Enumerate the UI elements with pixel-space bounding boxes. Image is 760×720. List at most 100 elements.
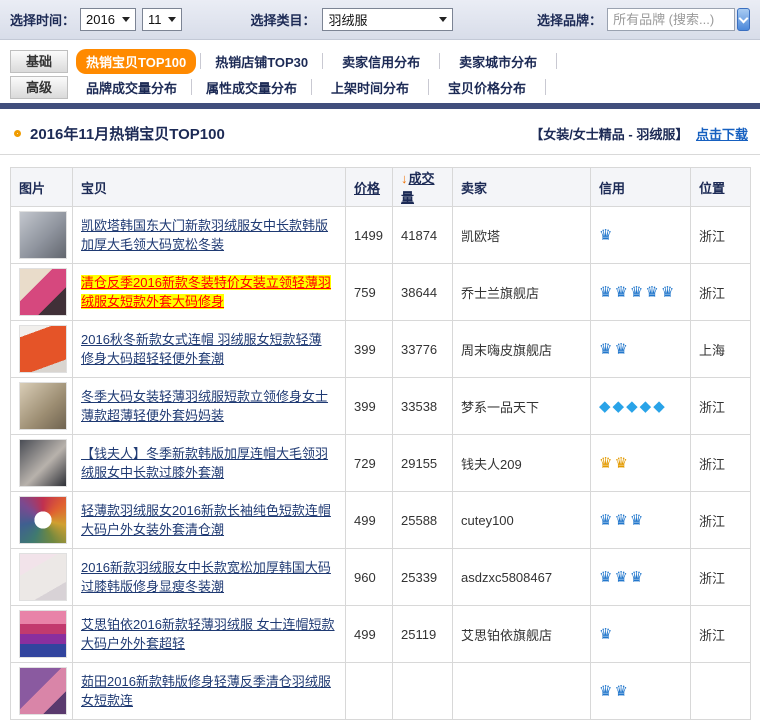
tab-0-2[interactable]: 卖家信用分布 [327,49,435,74]
crown-blue-icon: ♛ [599,568,612,586]
download-link[interactable]: 点击下载 [696,127,748,142]
seller-location: 浙江 [691,606,751,663]
category-select[interactable]: 羽绒服 [322,8,453,31]
product-title-link[interactable]: 轻薄款羽绒服女2016新款长袖纯色短款连帽大码户外女装外套清仓潮 [81,503,331,538]
product-image[interactable] [19,211,67,259]
dropdown-arrow-icon [122,17,130,22]
tab-0-3[interactable]: 卖家城市分布 [444,49,552,74]
table-row: 凯欧塔韩国东大门新款羽绒服女中长款韩版加厚大毛领大码宽松冬装149941874凯… [11,207,751,264]
seller-location: 浙江 [691,207,751,264]
product-volume: 33538 [393,378,453,435]
product-volume [393,663,453,720]
seller-name: asdzxc5808467 [453,549,591,606]
product-title-link[interactable]: 茹田2016新款韩版修身轻薄反季清仓羽绒服女短款连 [81,674,331,709]
product-title-link[interactable]: 冬季大码女装轻薄羽绒服短款立领修身女士薄款超薄轻便外套妈妈装 [81,389,328,424]
product-price [346,663,393,720]
top100-table: 图片 宝贝 价格 ↓成交量 卖家 信用 位置 凯欧塔韩国东大门新款羽绒服女中长款… [10,167,751,720]
tab-divider [191,79,192,95]
seller-name: 乔士兰旗舰店 [453,264,591,321]
seller-location: 浙江 [691,378,751,435]
filter-bar: 选择时间： 2016 11 选择类目： 羽绒服 选择品牌： [0,0,760,40]
seller-name: 艾思铂依旗舰店 [453,606,591,663]
product-title-link[interactable]: 凯欧塔韩国东大门新款羽绒服女中长款韩版加厚大毛领大码宽松冬装 [81,218,328,253]
table-row: 冬季大码女装轻薄羽绒服短款立领修身女士薄款超薄轻便外套妈妈装39933538梦系… [11,378,751,435]
product-image[interactable] [19,325,67,373]
product-image[interactable] [19,553,67,601]
product-image[interactable] [19,382,67,430]
credit-cell: ♛♛♛ [591,492,691,549]
crown-blue-icon: ♛ [599,625,612,643]
product-price: 499 [346,606,393,663]
product-volume: 41874 [393,207,453,264]
tab-1-0[interactable]: 品牌成交量分布 [76,75,187,100]
tab-bar: 基础热销宝贝TOP100热销店铺TOP30卖家信用分布卖家城市分布高级品牌成交量… [0,40,760,100]
tab-group-label: 高级 [10,76,68,99]
product-volume: 33776 [393,321,453,378]
credit-cell: ♛♛ [591,435,691,492]
crown-blue-icon: ♛ [599,283,612,301]
col-header-volume[interactable]: ↓成交量 [393,168,453,207]
product-title-link[interactable]: 【钱夫人】冬季新款韩版加厚连帽大毛领羽绒服女中长款过膝外套潮 [81,446,328,481]
product-title-link[interactable]: 2016新款羽绒服女中长款宽松加厚韩国大码过膝韩版修身显瘦冬装潮 [81,560,331,595]
table-row: 【钱夫人】冬季新款韩版加厚连帽大毛领羽绒服女中长款过膝外套潮72929155钱夫… [11,435,751,492]
product-title-link[interactable]: 2016秋冬新款女式连帽 羽绒服女短款轻薄 修身大码超轻轻便外套潮 [81,332,322,367]
crown-blue-icon: ♛ [614,682,627,700]
col-header-image: 图片 [11,168,73,207]
crown-blue-icon: ♛ [614,283,627,301]
crown-blue-icon: ♛ [599,511,612,529]
year-select-value: 2016 [86,12,115,27]
tab-divider [545,79,546,95]
product-volume: 38644 [393,264,453,321]
seller-location: 浙江 [691,264,751,321]
crown-blue-icon: ♛ [599,340,612,358]
price-sort-link[interactable]: 价格 [354,181,380,196]
tab-divider [428,79,429,95]
dropdown-arrow-icon [439,17,447,22]
col-header-price[interactable]: 价格 [346,168,393,207]
credit-cell: ♛♛♛♛♛ [591,264,691,321]
page-title: 2016年11月热销宝贝TOP100 [30,123,225,144]
crown-blue-icon: ♛ [645,283,658,301]
seller-name [453,663,591,720]
diamond-blue-icon: ◆ [599,397,611,415]
product-volume: 25119 [393,606,453,663]
crown-blue-icon: ♛ [614,340,627,358]
product-title-link[interactable]: 艾思铂依2016新款轻薄羽绒服 女士连帽短款大码户外外套超轻 [81,617,335,652]
col-header-credit: 信用 [591,168,691,207]
tab-0-1[interactable]: 热销店铺TOP30 [205,49,318,74]
brand-dropdown-button[interactable] [737,8,750,31]
category-select-value: 羽绒服 [328,10,367,29]
category-tag-text: 【女装/女士精品 - 羽绒服】 [530,127,688,142]
crown-blue-icon: ♛ [630,568,643,586]
product-price: 1499 [346,207,393,264]
tab-divider [311,79,312,95]
seller-name: 梦系一品天下 [453,378,591,435]
bullet-icon [14,130,21,137]
year-select[interactable]: 2016 [80,8,136,31]
tab-0-0[interactable]: 热销宝贝TOP100 [76,49,196,74]
tab-1-2[interactable]: 上架时间分布 [316,75,424,100]
product-image[interactable] [19,667,67,715]
month-select[interactable]: 11 [142,8,183,31]
tab-1-1[interactable]: 属性成交量分布 [196,75,307,100]
product-price: 399 [346,321,393,378]
tab-1-3[interactable]: 宝贝价格分布 [433,75,541,100]
table-row: 2016新款羽绒服女中长款宽松加厚韩国大码过膝韩版修身显瘦冬装潮96025339… [11,549,751,606]
seller-location: 浙江 [691,492,751,549]
chevron-down-icon [739,13,749,23]
crown-blue-icon: ♛ [599,226,612,244]
product-image[interactable] [19,268,67,316]
brand-filter-label: 选择品牌： [537,10,602,29]
crown-blue-icon: ♛ [661,283,674,301]
seller-location [691,663,751,720]
col-header-location: 位置 [691,168,751,207]
product-image[interactable] [19,610,67,658]
product-image[interactable] [19,496,67,544]
product-image[interactable] [19,439,67,487]
table-row: 清仓反季2016新款冬装特价女装立领轻薄羽绒服女短款外套大码修身75938644… [11,264,751,321]
tab-divider [439,53,440,69]
seller-location: 浙江 [691,435,751,492]
product-title-link[interactable]: 清仓反季2016新款冬装特价女装立领轻薄羽绒服女短款外套大码修身 [81,275,331,310]
brand-search-input[interactable] [607,8,735,31]
crown-gold-icon: ♛ [599,454,612,472]
